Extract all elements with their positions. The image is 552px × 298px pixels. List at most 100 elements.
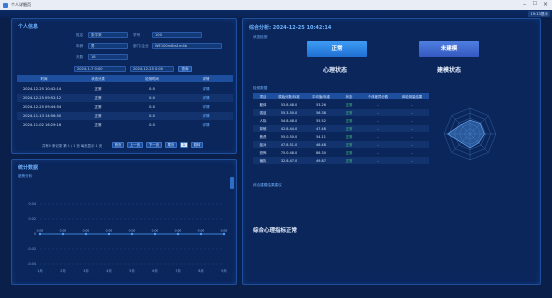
personal-info-panel: 个人信息 姓名 张平采 学号 100 年龄 男 部门/企业 WE100m8ia1… [11,18,237,154]
query-button[interactable]: 查询 [178,66,192,72]
detail-link[interactable]: 详情 [179,114,233,119]
cell-result: - [411,126,413,131]
table-row: 焦虑 55.0-50.0 54.11 正常 - - [253,133,429,140]
cell-diff: - [377,102,379,107]
jump-button[interactable]: 跳转 [191,142,203,148]
table-row: 恐怖 75.0-48.0 86.30 正常 - - [253,149,429,156]
cell-time: 2024-11-02 16:29:16 [23,123,62,127]
data-point [176,232,180,236]
col-time: 时间 [40,77,48,81]
gender-field[interactable]: 男 [88,43,128,49]
cell-avg: 49.87 [316,158,326,163]
col-detail: 详情 [202,77,210,81]
analysis-title: 综合分析: 2024-12-25 10:42:14 [249,25,332,31]
cell-status: 正常 [94,113,102,118]
col-status: 状态分类 [91,77,105,81]
records-table-header: 时间 状态分类 检测时间 详情 [17,75,233,82]
cell-result: - [411,158,413,163]
detail-link[interactable]: 详情 [179,123,233,128]
data-label: 0.00 [37,229,44,233]
table-row: 人际 54.8-48.0 55.52 正常 - - [253,117,429,124]
prev-page-button[interactable]: 上一页 [127,142,143,148]
cell-state: 正常 [345,103,353,107]
detail-link[interactable]: 详情 [179,96,233,101]
cell-item: 躯体 [259,103,267,107]
data-point [84,232,88,236]
x-tick-label: 1月 [37,269,43,273]
data-label: 0.00 [152,229,159,233]
cell-avg: 54.11 [316,134,326,139]
cell-result: - [411,118,413,123]
date-from-input[interactable]: 2024-1-7 0:00 [74,66,126,72]
model-status-button[interactable]: 未建模 [419,41,479,57]
close-icon[interactable]: × [543,1,548,8]
table-row: 2024-12-25 09:44:54 正常 0.0 详情 [17,103,233,111]
maximize-icon[interactable]: ☐ [533,1,537,8]
mental-status-button[interactable]: 正常 [307,41,367,57]
y-tick-label: 0 [34,232,36,236]
table-row: 躯体 53.8-48.0 53.26 正常 - - [253,101,429,108]
cell-duration: 0.0 [149,123,155,127]
data-point [153,232,157,236]
id-label: 学号 [133,33,141,37]
cell-duration: 0.0 [149,114,155,118]
time-badge[interactable]: 19:13提示 [528,11,550,17]
cell-status: 正常 [94,104,102,109]
cell-state: 正常 [345,127,353,131]
cell-result: - [411,110,413,115]
minimize-icon[interactable]: – [523,1,526,8]
cell-item: 敌对 [259,143,267,147]
detail-link[interactable]: 详情 [179,105,233,110]
last-page-button[interactable]: 尾页 [165,142,177,148]
cell-diff: - [377,134,379,139]
next-page-button[interactable]: 下一页 [146,142,162,148]
cell-raw: 32.8-47.0 [280,158,298,163]
gender-label: 年龄 [76,44,84,48]
data-label: 0.00 [198,229,205,233]
date-to-input[interactable]: 2024-12-25 0:00 [130,66,174,72]
cell-result: - [411,150,413,155]
cell-result: - [411,134,413,139]
col-raw: 原始分数/标准 [278,94,300,99]
detail-link[interactable]: 详情 [179,87,233,92]
cell-item: 偏执 [259,159,267,163]
page-number-input[interactable]: 1 [180,142,188,148]
analysis-panel: 综合分析: 2024-12-25 10:42:14 状态检测 正常 心理状态 未… [242,18,541,285]
org-field[interactable]: WE100m8ia1m4b [152,43,222,49]
name-label: 姓名 [76,33,84,37]
data-label: 0.00 [221,229,228,233]
data-point [61,232,65,236]
id-field[interactable]: 100 [152,32,202,38]
mental-status-label: 心理状态 [323,67,348,74]
first-page-button[interactable]: 首页 [112,142,124,148]
cell-avg: 86.30 [316,150,326,155]
data-label: 0.00 [175,229,182,233]
statistics-panel: 统计数据 趋势分析 0.04 0.02 0 -0.02 -0.04 0.00 1月 0.00 2… [11,159,237,285]
table-row: 敌对 47.8-51.0 46.48 正常 - - [253,141,429,148]
note-label: 综合建模结果建议 [253,183,282,187]
data-label: 0.00 [129,229,136,233]
cell-duration: 0.0 [149,105,155,109]
y-tick-label: 0.02 [28,217,36,221]
org-label: 部门/企业 [133,44,149,48]
table-row: 2024-11-13 14:56:50 正常 0.0 详情 [17,112,233,120]
y-tick-label: 0.04 [28,202,36,206]
cell-diff: - [377,150,379,155]
x-tick-label: 4月 [106,269,112,273]
cell-avg: 47.48 [316,126,326,131]
cell-state: 正常 [345,159,353,163]
age-field[interactable]: 18 [88,54,128,60]
cell-diff: - [377,118,379,123]
cell-status: 正常 [94,95,102,100]
cell-raw: 55.0-50.0 [280,134,298,139]
age-label: 天数 [76,55,84,59]
x-tick-label: 6月 [152,269,158,273]
y-tick-label: -0.02 [27,247,36,251]
cell-raw: 55.3-50.0 [280,110,298,115]
data-point [38,232,42,236]
x-tick-label: 9月 [221,269,227,273]
col-result: 体检测量结果 [401,94,423,99]
cell-duration: 0.0 [149,96,155,100]
name-field[interactable]: 张平采 [88,32,128,38]
data-point [222,232,226,236]
